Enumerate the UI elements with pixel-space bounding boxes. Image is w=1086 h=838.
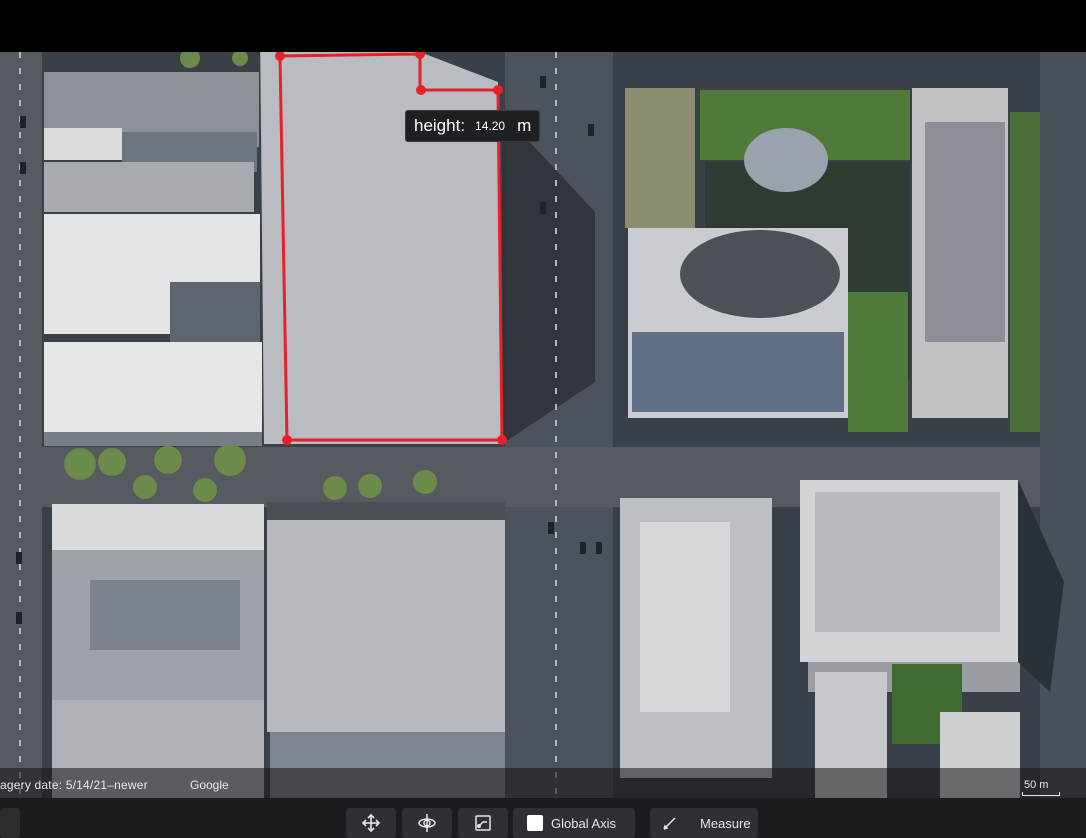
move-icon bbox=[362, 814, 380, 832]
move-tool-button[interactable] bbox=[346, 808, 396, 838]
global-axis-toggle[interactable]: Global Axis bbox=[513, 808, 635, 838]
building-sw-roof-detail bbox=[90, 580, 240, 650]
sidewalk-w bbox=[44, 432, 262, 446]
rotate-tool-button[interactable] bbox=[402, 808, 452, 838]
toolbar-left-button[interactable] bbox=[0, 808, 20, 838]
map-viewport[interactable] bbox=[0, 52, 1086, 798]
green-roof bbox=[625, 88, 695, 228]
east-trees bbox=[1010, 112, 1040, 432]
pencil-icon bbox=[663, 817, 676, 830]
height-unit: m bbox=[517, 116, 532, 135]
rotate-icon bbox=[418, 814, 436, 832]
measure-button[interactable]: Measure bbox=[650, 808, 758, 838]
building-se-2-roof bbox=[815, 492, 1000, 632]
aerial-scene[interactable] bbox=[0, 52, 1086, 798]
parking-w bbox=[170, 282, 260, 342]
solar-panels bbox=[632, 332, 844, 412]
height-label: height: bbox=[414, 116, 466, 135]
oval-roof bbox=[680, 230, 840, 318]
building-se-1-roof bbox=[640, 522, 730, 712]
height-tooltip: height: 14.20 m bbox=[405, 110, 541, 142]
scale-label: 50 m bbox=[1024, 779, 1049, 791]
building-w-lower bbox=[44, 342, 262, 434]
google-attribution: Google bbox=[190, 778, 229, 792]
global-axis-label: Global Axis bbox=[551, 815, 617, 831]
global-axis-checkbox[interactable] bbox=[527, 815, 543, 831]
attribution-bar bbox=[0, 768, 1086, 798]
measure-vertex[interactable] bbox=[493, 85, 503, 95]
snap-tool-button[interactable] bbox=[458, 808, 508, 838]
building-sw-top bbox=[52, 504, 264, 550]
extruded-building-south bbox=[267, 518, 505, 732]
top-black-band bbox=[0, 0, 1086, 52]
building-nw-2 bbox=[44, 162, 254, 212]
measure-label: Measure bbox=[700, 815, 751, 831]
building-nw-roof bbox=[44, 128, 122, 160]
imagery-date: agery date: 5/14/21–newer bbox=[0, 778, 148, 792]
scale-bar bbox=[1022, 792, 1060, 796]
tower-east-roof bbox=[925, 122, 1005, 342]
measure-vertex[interactable] bbox=[416, 85, 426, 95]
snap-icon bbox=[475, 815, 491, 831]
measure-vertex[interactable] bbox=[497, 435, 507, 445]
dome bbox=[744, 128, 828, 192]
measure-vertex[interactable] bbox=[282, 435, 292, 445]
extruded-south-top-edge bbox=[267, 502, 505, 520]
east-greenery bbox=[848, 292, 908, 432]
height-value: 14.20 bbox=[475, 119, 506, 133]
